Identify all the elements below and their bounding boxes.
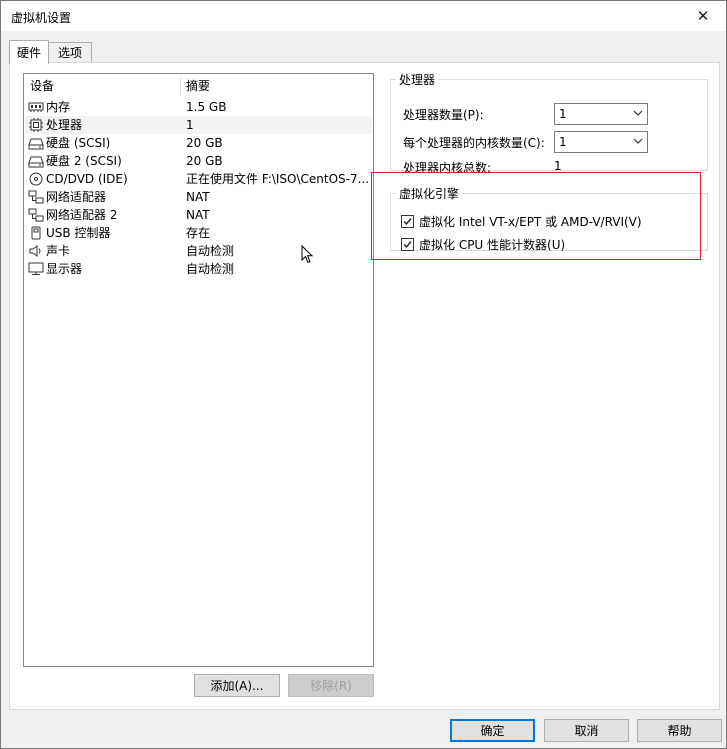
tab-options-label: 选项 [57, 46, 82, 60]
memory-icon [28, 102, 44, 112]
device-list-header: 设备 摘要 [24, 74, 373, 96]
network-adapter-icon [28, 208, 44, 222]
device-row-network-adapter-2[interactable]: 网络适配器 2 NAT [25, 206, 372, 224]
usb-icon [31, 226, 41, 240]
device-row-memory[interactable]: 内存 1.5 GB [25, 98, 372, 116]
title-bar: 虚拟机设置 ✕ [1, 1, 726, 31]
device-name: 声卡 [46, 244, 71, 258]
device-summary: 20 GB [186, 154, 223, 168]
annotation-highlight-box [371, 172, 701, 260]
device-row-hard-disk-2[interactable]: 硬盘 2 (SCSI) 20 GB [25, 152, 372, 170]
close-icon: ✕ [696, 7, 710, 25]
cores-per-processor-label: 每个处理器的内核数量(C): [403, 136, 545, 150]
device-summary: 1 [186, 118, 194, 132]
device-summary: NAT [186, 208, 210, 222]
device-summary: 1.5 GB [186, 100, 227, 114]
processor-count-select[interactable]: 1 [554, 103, 648, 125]
cores-per-processor-value: 1 [559, 135, 567, 149]
network-adapter-icon [28, 190, 44, 204]
help-button[interactable]: 帮助 [637, 719, 722, 742]
device-row-sound-card[interactable]: 声卡 自动检测 [25, 242, 372, 260]
hard-disk-icon [28, 138, 44, 150]
device-summary: 自动检测 [186, 244, 235, 258]
total-cores-value: 1 [554, 159, 562, 173]
device-name: 硬盘 2 (SCSI) [46, 154, 122, 168]
cancel-button[interactable]: 取消 [544, 719, 629, 742]
tab-hardware-label: 硬件 [16, 46, 41, 60]
hard-disk-icon [28, 156, 44, 168]
remove-device-button[interactable]: 移除(R) [288, 674, 374, 697]
column-header-summary[interactable]: 摘要 [180, 74, 366, 96]
device-row-cd-dvd[interactable]: CD/DVD (IDE) 正在使用文件 F:\ISO\CentOS-7... [25, 170, 372, 188]
chevron-down-icon [633, 138, 643, 144]
device-name: USB 控制器 [46, 226, 111, 240]
cd-dvd-icon [29, 172, 43, 186]
tab-options[interactable]: 选项 [48, 42, 92, 62]
device-name: 处理器 [46, 118, 83, 132]
device-summary: 20 GB [186, 136, 223, 150]
processor-count-value: 1 [559, 107, 567, 121]
device-name: 网络适配器 [46, 190, 107, 204]
processor-count-label: 处理器数量(P): [403, 108, 484, 122]
device-summary: 自动检测 [186, 262, 235, 276]
sound-card-icon [29, 245, 41, 257]
device-summary: NAT [186, 190, 210, 204]
device-row-processor[interactable]: 处理器 1 [25, 116, 372, 134]
close-button[interactable]: ✕ [680, 1, 726, 31]
processor-icon [29, 118, 43, 132]
device-name: 内存 [46, 100, 71, 114]
device-summary: 正在使用文件 F:\ISO\CentOS-7... [186, 172, 370, 186]
display-icon [28, 262, 44, 275]
device-name: 硬盘 (SCSI) [46, 136, 111, 150]
device-summary: 存在 [186, 226, 211, 240]
column-header-device[interactable]: 设备 [24, 74, 180, 96]
window-title: 虚拟机设置 [11, 11, 72, 25]
device-row-network-adapter[interactable]: 网络适配器 NAT [25, 188, 372, 206]
processor-group: 处理器 处理器数量(P): 1 每个处理器的内核数量(C): 1 处理器内核总数… [390, 71, 708, 175]
device-list[interactable]: 设备 摘要 内存 1.5 GB 处理器 1 硬盘 (SCSI) 20 GB 硬盘… [23, 73, 374, 667]
tab-hardware[interactable]: 硬件 [9, 40, 49, 64]
mouse-cursor-icon [301, 245, 314, 264]
device-name: 网络适配器 2 [46, 208, 118, 222]
device-name: CD/DVD (IDE) [46, 172, 128, 186]
processor-group-title: 处理器 [399, 73, 436, 87]
device-row-usb-controller[interactable]: USB 控制器 存在 [25, 224, 372, 242]
vm-settings-dialog: 虚拟机设置 ✕ 硬件 选项 设备 摘要 内存 1.5 GB 处理器 1 硬盘 (… [0, 0, 727, 749]
device-row-display[interactable]: 显示器 自动检测 [25, 260, 372, 278]
ok-button[interactable]: 确定 [450, 719, 535, 742]
device-name: 显示器 [46, 262, 83, 276]
hardware-panel: 设备 摘要 内存 1.5 GB 处理器 1 硬盘 (SCSI) 20 GB 硬盘… [9, 62, 720, 710]
chevron-down-icon [633, 110, 643, 116]
device-row-hard-disk[interactable]: 硬盘 (SCSI) 20 GB [25, 134, 372, 152]
add-device-button[interactable]: 添加(A)... [194, 674, 280, 697]
cores-per-processor-select[interactable]: 1 [554, 131, 648, 153]
